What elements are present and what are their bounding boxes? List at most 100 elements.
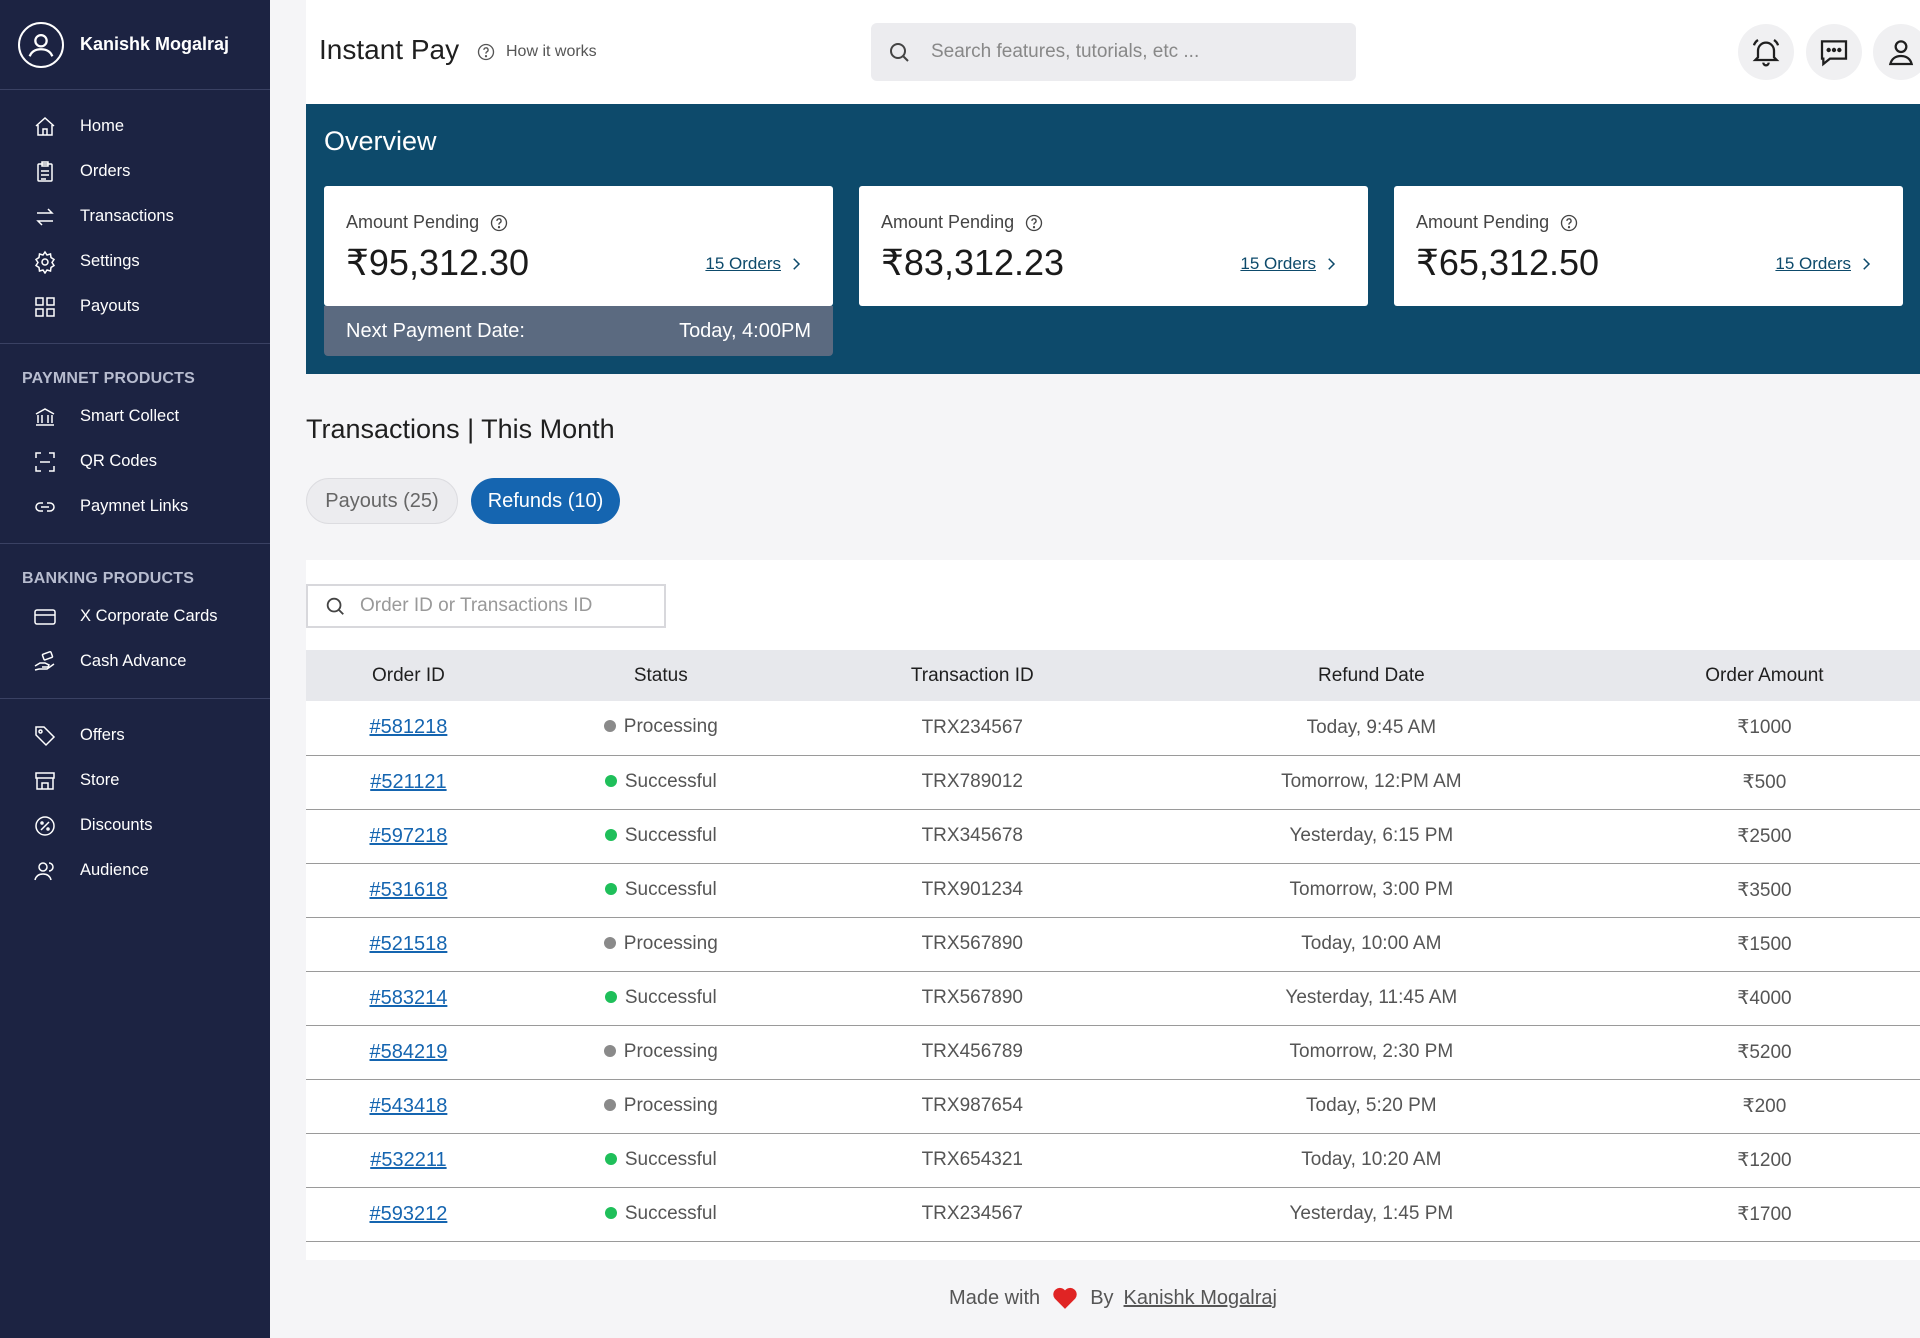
footer-made-with: Made with bbox=[949, 1286, 1041, 1309]
order-id-cell: #581218 bbox=[306, 701, 511, 755]
chevron-right-icon bbox=[1328, 258, 1336, 270]
table-row[interactable]: #543418 Processing TRX987654 Today, 5:20 PM… bbox=[306, 1079, 1920, 1133]
chevron-right-icon bbox=[793, 258, 801, 270]
sidebar-item-label: QR Codes bbox=[80, 452, 158, 470]
store-icon bbox=[32, 768, 58, 794]
help-circle-icon[interactable] bbox=[1024, 213, 1044, 233]
transaction-id-cell: TRX234567 bbox=[921, 716, 1023, 738]
transaction-filter[interactable] bbox=[306, 584, 666, 628]
table-row[interactable]: #521518 Processing TRX567890 Today, 10:00 A… bbox=[306, 917, 1920, 971]
card-amount: ₹95,312.30 bbox=[346, 242, 530, 283]
order-id-link[interactable]: #597218 bbox=[369, 825, 447, 847]
transaction-id-cell: TRX456789 bbox=[921, 1041, 1023, 1062]
search-bar[interactable] bbox=[871, 23, 1356, 81]
sidebar-item-discounts[interactable]: Discounts bbox=[0, 803, 270, 848]
transaction-id-cell: TRX987654 bbox=[921, 1095, 1023, 1116]
tab-payouts[interactable]: Payouts (25) bbox=[306, 478, 458, 524]
user-avatar-icon bbox=[18, 21, 64, 68]
sidebar-item-qr-codes[interactable]: QR Codes bbox=[0, 439, 270, 484]
table-row[interactable]: #531618 Successful TRX901234 Tomorrow, 3:00… bbox=[306, 863, 1920, 917]
table-row[interactable]: #583214 Successful TRX567890 Yesterday, 11:… bbox=[306, 971, 1920, 1025]
status-dot-icon bbox=[604, 882, 617, 895]
users-icon bbox=[32, 858, 58, 884]
sidebar-item-smart-collect[interactable]: Smart Collect bbox=[0, 394, 270, 439]
transaction-id-cell: TRX901234 bbox=[921, 879, 1023, 900]
order-search-input[interactable] bbox=[360, 595, 660, 617]
column-header[interactable]: Status bbox=[511, 650, 811, 701]
refund-date-cell: Today, 5:20 PM bbox=[1306, 1095, 1437, 1116]
status-cell: Successful bbox=[511, 809, 811, 863]
table-row[interactable]: #521121 Successful TRX789012 Tomorrow, 12:P… bbox=[306, 755, 1920, 809]
order-amount-cell: ₹1700 bbox=[1737, 1203, 1792, 1225]
status-dot-icon bbox=[603, 1044, 616, 1057]
order-id-cell: #531618 bbox=[306, 863, 511, 917]
sidebar-item-store[interactable]: Store bbox=[0, 758, 270, 803]
order-id-link[interactable]: #531618 bbox=[369, 879, 447, 901]
transaction-id-cell: TRX567890 bbox=[921, 933, 1023, 954]
link-icon bbox=[32, 494, 58, 520]
order-id-link[interactable]: #521121 bbox=[370, 771, 446, 793]
order-id-link[interactable]: #581218 bbox=[369, 716, 447, 738]
table-row[interactable]: #532211 Successful TRX654321 Today, 10:20 A… bbox=[306, 1133, 1920, 1187]
column-header[interactable]: Transaction ID bbox=[811, 650, 1134, 701]
chevron-right-icon bbox=[1863, 258, 1871, 270]
qr-scan-icon bbox=[32, 449, 58, 475]
order-amount-cell: ₹3500 bbox=[1737, 879, 1792, 901]
sidebar-item-home[interactable]: Home bbox=[0, 104, 270, 149]
order-id-link[interactable]: #543418 bbox=[369, 1095, 447, 1117]
sidebar-item-orders[interactable]: Orders bbox=[0, 149, 270, 194]
search-input[interactable] bbox=[931, 41, 1331, 63]
order-id-link[interactable]: #583214 bbox=[369, 987, 447, 1009]
status-cell: Successful bbox=[511, 755, 811, 809]
card-orders-link[interactable]: 15 Orders bbox=[1240, 254, 1340, 274]
status-indicator: Successful bbox=[604, 1203, 717, 1225]
table-row[interactable]: #593212 Successful TRX234567 Yesterday, 1:4… bbox=[306, 1187, 1920, 1241]
column-header[interactable]: Order ID bbox=[306, 650, 511, 701]
sidebar-item-offers[interactable]: Offers bbox=[0, 713, 270, 758]
order-id-link[interactable]: #532211 bbox=[370, 1149, 446, 1171]
sidebar-item-payouts[interactable]: Payouts bbox=[0, 284, 270, 329]
tag-icon bbox=[32, 723, 58, 749]
grid-icon bbox=[32, 294, 58, 320]
column-header[interactable]: Order Amount bbox=[1609, 650, 1920, 701]
how-it-works-link[interactable]: How it works bbox=[476, 42, 597, 62]
order-amount-cell: ₹4000 bbox=[1737, 987, 1792, 1009]
sidebar-item-corporate-cards[interactable]: X Corporate Cards bbox=[0, 594, 270, 639]
order-id-link[interactable]: #593212 bbox=[369, 1203, 447, 1225]
help-circle-icon[interactable] bbox=[489, 213, 509, 233]
sidebar-item-cash-advance[interactable]: Cash Advance bbox=[0, 639, 270, 684]
status-text: Successful bbox=[624, 986, 717, 1008]
section-title: PAYMNET PRODUCTS bbox=[22, 370, 195, 387]
card-label-text: Amount Pending bbox=[346, 212, 480, 232]
payment-products-nav: PAYMNET PRODUCTS Smart Collect QR Codes … bbox=[0, 344, 270, 544]
messages-button[interactable] bbox=[1806, 24, 1862, 80]
table-row[interactable]: #584219 Processing TRX456789 Tomorrow, 2:30… bbox=[306, 1025, 1920, 1079]
status-text: Processing bbox=[623, 1094, 718, 1116]
sidebar-item-label: Store bbox=[80, 771, 120, 789]
sidebar-item-payment-links[interactable]: Paymnet Links bbox=[0, 484, 270, 529]
notifications-button[interactable] bbox=[1738, 24, 1794, 80]
sidebar-item-transactions[interactable]: Transactions bbox=[0, 194, 270, 239]
profile-button[interactable] bbox=[1873, 24, 1920, 80]
order-id-link[interactable]: #521518 bbox=[369, 933, 447, 955]
author-link[interactable]: Kanishk Mogalraj bbox=[1124, 1287, 1277, 1310]
bell-icon bbox=[1752, 39, 1780, 67]
page-title: Instant Pay bbox=[319, 34, 460, 65]
card-orders-link[interactable]: 15 Orders bbox=[705, 254, 805, 274]
table-row[interactable]: #597218 Successful TRX345678 Yesterday, 6:1… bbox=[306, 809, 1920, 863]
tab-refunds[interactable]: Refunds (10) bbox=[471, 478, 620, 524]
table-row[interactable]: #581218 Processing TRX234567 Today, 9:45 AM… bbox=[306, 701, 1920, 755]
order-id-link[interactable]: #584219 bbox=[369, 1041, 447, 1063]
profile-header[interactable]: Kanishk Mogalraj bbox=[0, 0, 270, 90]
main-content: Instant Pay How it works Overview Amount… bbox=[306, 0, 1920, 1338]
sidebar-item-audience[interactable]: Audience bbox=[0, 848, 270, 893]
status-dot-icon bbox=[604, 1206, 617, 1219]
column-header[interactable]: Refund Date bbox=[1134, 650, 1609, 701]
sidebar-item-settings[interactable]: Settings bbox=[0, 239, 270, 284]
status-dot-icon bbox=[603, 720, 616, 733]
card-orders-link[interactable]: 15 Orders bbox=[1775, 254, 1875, 274]
order-id-cell: #543418 bbox=[306, 1079, 511, 1133]
status-dot-icon bbox=[603, 936, 616, 949]
sidebar-item-label: Home bbox=[80, 117, 125, 135]
help-circle-icon[interactable] bbox=[1559, 213, 1579, 233]
